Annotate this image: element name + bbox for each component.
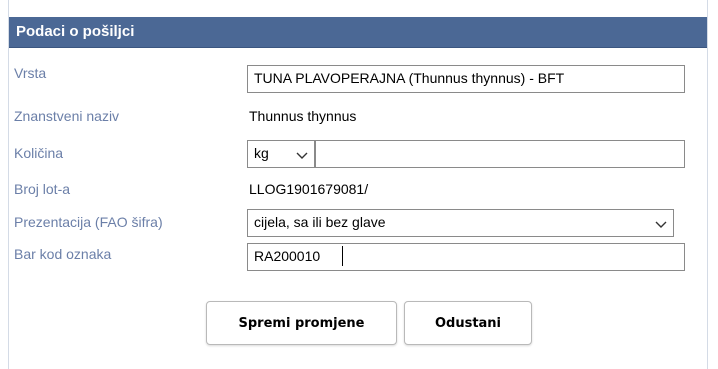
barcode-label: Bar kod oznaka [14, 246, 112, 262]
quantity-unit-value: kg [254, 145, 269, 161]
barcode-input-value: RA200010 [254, 248, 321, 264]
cancel-label: Odustani [434, 315, 502, 331]
quantity-unit-select[interactable]: kg [247, 140, 315, 168]
text-cursor [342, 246, 343, 266]
presentation-select[interactable]: cijela, sa ili bez glave [247, 209, 674, 237]
species-label: Vrsta [14, 65, 47, 81]
chevron-down-icon [296, 152, 308, 159]
presentation-label: Prezentacija (FAO šifra) [14, 214, 163, 230]
presentation-select-value: cijela, sa ili bez glave [254, 214, 386, 230]
lot-number-label: Broj lot-a [14, 181, 71, 197]
quantity-label: Količina [14, 145, 64, 161]
lot-number-value: LLOG1901679081/ [249, 181, 369, 197]
save-changes-button[interactable]: Spremi promjene [206, 301, 397, 345]
species-input[interactable]: TUNA PLAVOPERAJNA (Thunnus thynnus) - BF… [247, 65, 685, 93]
save-changes-label: Spremi promjene [238, 315, 365, 331]
panel-header: Podaci o pošiljci [9, 17, 707, 48]
scientific-name-value: Thunnus thynnus [249, 108, 357, 124]
species-input-value: TUNA PLAVOPERAJNA (Thunnus thynnus) - BF… [254, 70, 565, 86]
barcode-input[interactable]: RA200010 [247, 243, 685, 271]
panel-title: Podaci o pošiljci [16, 23, 135, 40]
quantity-input[interactable] [315, 140, 685, 168]
cancel-button[interactable]: Odustani [404, 301, 532, 345]
chevron-down-icon [655, 221, 667, 228]
shipment-panel: Podaci o pošiljci Vrsta TUNA PLAVOPERAJN… [8, 0, 708, 369]
scientific-name-label: Znanstveni naziv [14, 108, 120, 124]
